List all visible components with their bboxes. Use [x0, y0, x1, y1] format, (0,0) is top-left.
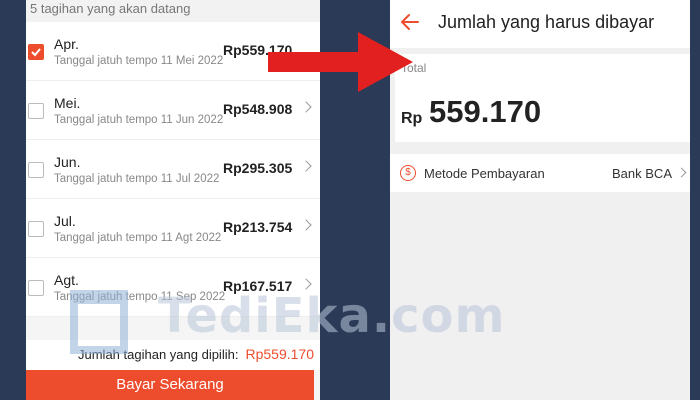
bill-checkbox-apr[interactable]: [28, 44, 44, 60]
bill-checkbox-jun[interactable]: [28, 162, 44, 178]
dollar-circle-icon: $: [400, 165, 416, 181]
bill-amount: Rp167.517: [223, 278, 293, 294]
pay-now-button[interactable]: Bayar Sekarang: [26, 370, 314, 400]
payment-amount-screen: Jumlah yang harus dibayar Total Rp 559.1…: [390, 0, 690, 400]
bill-row-jul[interactable]: Jul. Tanggal jatuh tempo 11 Agt 2022 Rp2…: [26, 199, 320, 258]
top-bar: Jumlah yang harus dibayar: [390, 0, 690, 48]
upcoming-bills-header: 5 tagihan yang akan datang: [26, 0, 320, 22]
selected-total-label: Jumlah tagihan yang dipilih:: [78, 347, 239, 362]
total-card: Total Rp 559.170: [395, 54, 690, 142]
payment-method-label: Metode Pembayaran: [424, 166, 545, 181]
bill-month: Agt.: [54, 272, 79, 288]
back-arrow-icon[interactable]: [400, 13, 420, 31]
bill-row-jun[interactable]: Jun. Tanggal jatuh tempo 11 Jul 2022 Rp2…: [26, 140, 320, 199]
bill-due-date: Tanggal jatuh tempo 11 Sep 2022: [54, 291, 226, 303]
bill-due-date: Tanggal jatuh tempo 11 Jun 2022: [54, 114, 224, 126]
selected-total-amount: Rp559.170: [245, 346, 314, 362]
page-title: Jumlah yang harus dibayar: [438, 12, 655, 32]
bill-amount: Rp295.305: [223, 160, 293, 176]
bill-due-date: Tanggal jatuh tempo 11 Agt 2022: [54, 232, 222, 244]
check-icon: [31, 48, 41, 57]
bill-checkbox-jul[interactable]: [28, 221, 44, 237]
bill-month: Jun.: [54, 154, 81, 170]
annotation-arrow-icon: [268, 32, 413, 92]
chevron-right-icon: [300, 278, 312, 290]
currency-label: Rp: [401, 110, 423, 127]
chevron-right-icon: [676, 167, 687, 178]
chevron-right-icon: [300, 101, 312, 113]
total-amount: 559.170: [429, 94, 542, 129]
bill-amount: Rp213.754: [223, 219, 293, 235]
payment-method-row[interactable]: $ Metode Pembayaran Bank BCA: [390, 154, 690, 192]
bill-checkbox-mei[interactable]: [28, 103, 44, 119]
selected-total-bar: Jumlah tagihan yang dipilih: Rp559.170: [26, 340, 320, 370]
bill-amount: Rp548.908: [223, 101, 293, 117]
bill-row-agt[interactable]: Agt. Tanggal jatuh tempo 11 Sep 2022 Rp1…: [26, 258, 320, 317]
bill-month: Apr.: [54, 36, 79, 52]
payment-method-value: Bank BCA: [612, 166, 672, 181]
bill-month: Mei.: [54, 95, 81, 111]
bill-month: Jul.: [54, 213, 76, 229]
chevron-right-icon: [300, 160, 312, 172]
bill-due-date: Tanggal jatuh tempo 11 Jul 2022: [54, 173, 220, 185]
bill-due-date: Tanggal jatuh tempo 11 Mei 2022: [54, 55, 224, 67]
chevron-right-icon: [300, 219, 312, 231]
bill-checkbox-agt[interactable]: [28, 280, 44, 296]
